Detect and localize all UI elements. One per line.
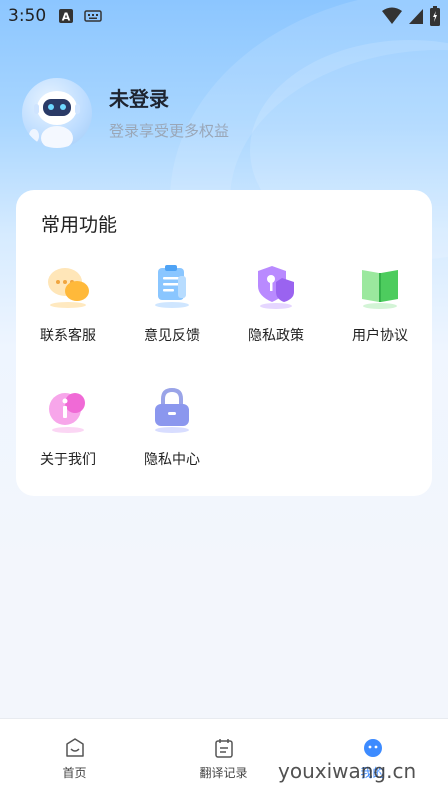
privacy-center-item[interactable]: 隐私中心 xyxy=(120,386,224,476)
tab-home[interactable]: 首页 xyxy=(0,719,149,797)
svg-text:A: A xyxy=(62,11,71,24)
status-time: 3:50 xyxy=(8,6,47,26)
tab-translation-history[interactable]: 翻译记录 xyxy=(149,719,298,797)
calendar-icon xyxy=(215,739,233,758)
profile-header[interactable]: 未登录 登录享受更多权益 xyxy=(22,78,422,148)
keyboard-icon xyxy=(84,10,102,22)
robot-icon xyxy=(29,91,80,148)
feedback-icon xyxy=(155,265,189,308)
profile-icon xyxy=(364,739,382,757)
contact-service-item[interactable]: 联系客服 xyxy=(16,262,120,352)
feedback-item[interactable]: 意见反馈 xyxy=(120,262,224,352)
about-us-item[interactable]: 关于我们 xyxy=(16,386,120,476)
common-functions-card: 常用功能 联系客服 意见反馈 隐私政策 用户协议 关于我们 隐私中心 xyxy=(16,190,432,496)
login-status-title[interactable]: 未登录 xyxy=(109,83,169,112)
contact-service-label: 联系客服 xyxy=(40,328,96,344)
notification-a-icon: A xyxy=(59,9,73,24)
watermark-text: youxiwang.cn xyxy=(278,759,417,783)
privacy-policy-item[interactable]: 隐私政策 xyxy=(224,262,328,352)
privacy-policy-icon xyxy=(258,266,294,309)
privacy-center-icon xyxy=(155,387,189,433)
privacy-policy-label: 隐私政策 xyxy=(248,328,304,344)
battery-icon xyxy=(430,6,440,26)
login-status-subtitle: 登录享受更多权益 xyxy=(109,122,230,140)
about-us-label: 关于我们 xyxy=(40,452,96,468)
feedback-label: 意见反馈 xyxy=(144,328,200,344)
user-agreement-item[interactable]: 用户协议 xyxy=(328,262,432,352)
status-bar: 3:50 A xyxy=(0,0,448,32)
customer-service-icon xyxy=(48,268,89,308)
home-icon xyxy=(66,738,84,757)
privacy-center-label: 隐私中心 xyxy=(144,452,200,468)
card-title: 常用功能 xyxy=(41,214,118,236)
user-agreement-icon xyxy=(362,270,398,309)
wifi-icon xyxy=(382,7,402,24)
bottom-tab-bar: 首页 翻译记录 我的 xyxy=(0,718,448,797)
user-agreement-label: 用户协议 xyxy=(352,328,408,344)
tab-profile[interactable]: 我的 xyxy=(298,719,447,797)
robot-avatar[interactable] xyxy=(22,78,92,148)
about-us-icon xyxy=(49,393,85,433)
tab-home-label: 首页 xyxy=(62,766,87,780)
tab-translation-history-label: 翻译记录 xyxy=(199,766,248,780)
signal-icon xyxy=(409,9,423,24)
